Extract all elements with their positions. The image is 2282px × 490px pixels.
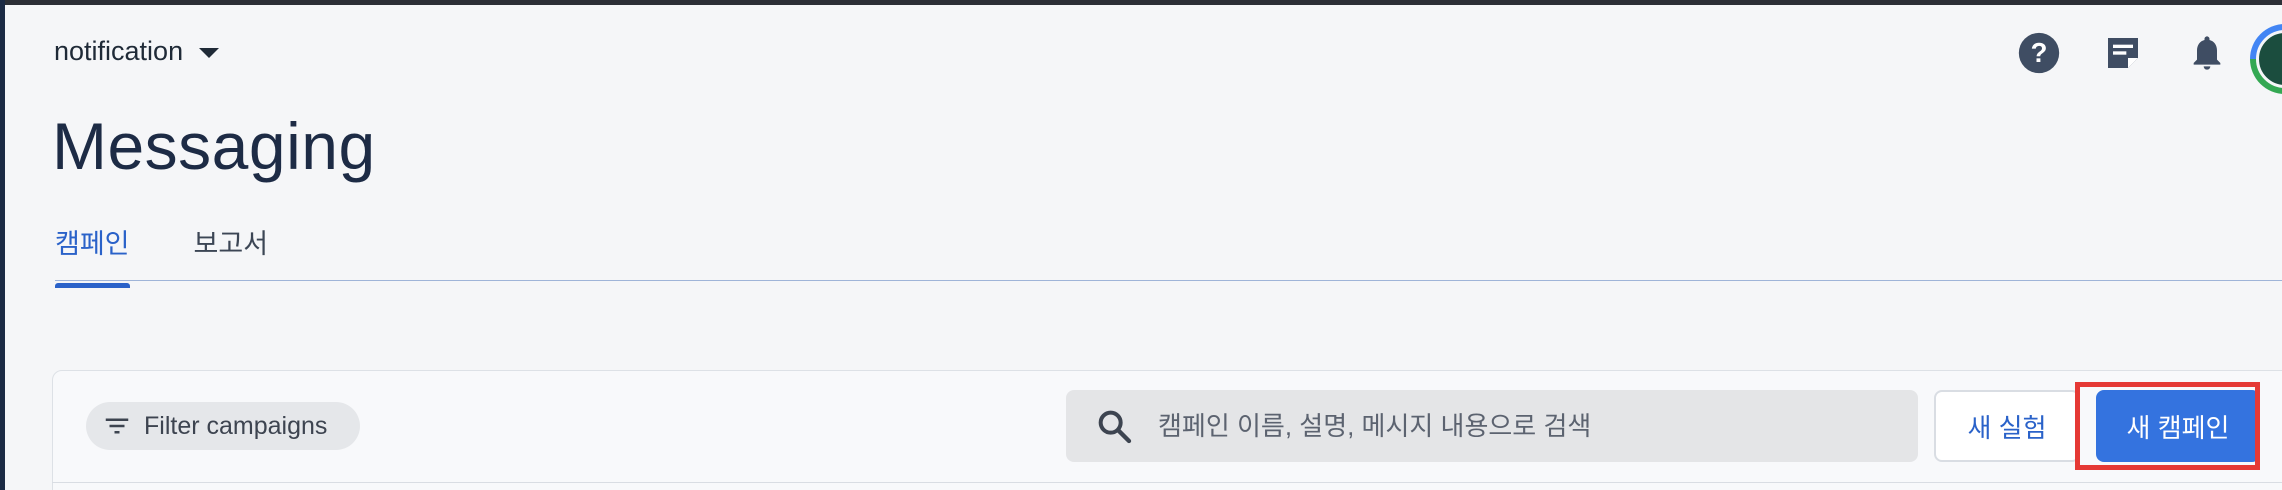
window-left-border [0,0,5,490]
campaign-search[interactable] [1066,390,1918,462]
search-icon [1098,410,1132,444]
project-name: notification [54,36,184,66]
tab-campaigns[interactable]: 캠페인 [55,222,130,288]
new-experiment-button[interactable]: 새 실험 [1934,390,2080,462]
new-campaign-button[interactable]: 새 캠페인 [2096,390,2260,462]
filter-campaigns-button[interactable]: Filter campaigns [86,402,360,450]
app-frame: notification ? Messaging 캠페인 보고서 Filter … [0,0,2282,490]
toolbar-divider [52,482,2282,483]
chevron-down-icon [199,47,220,58]
user-avatar[interactable] [2250,24,2282,94]
filter-icon [105,418,129,434]
notifications-button[interactable] [2184,30,2230,76]
tabs-divider [55,280,2282,281]
help-icon: ? [2018,32,2060,74]
page-title: Messaging [52,109,376,183]
tab-reports[interactable]: 보고서 [194,222,269,285]
notifications-icon [2193,36,2221,70]
search-input[interactable] [1156,409,1900,443]
project-selector[interactable]: notification [54,36,220,67]
help-button[interactable]: ? [2016,30,2062,76]
feedback-icon [2108,38,2138,68]
tab-bar: 캠페인 보고서 [55,222,269,288]
filter-label: Filter campaigns [144,411,328,440]
feedback-button[interactable] [2100,30,2146,76]
avatar-image [2256,30,2282,88]
header-actions: ? [2016,30,2230,76]
window-top-border [0,0,2282,5]
svg-text:?: ? [2031,37,2048,68]
